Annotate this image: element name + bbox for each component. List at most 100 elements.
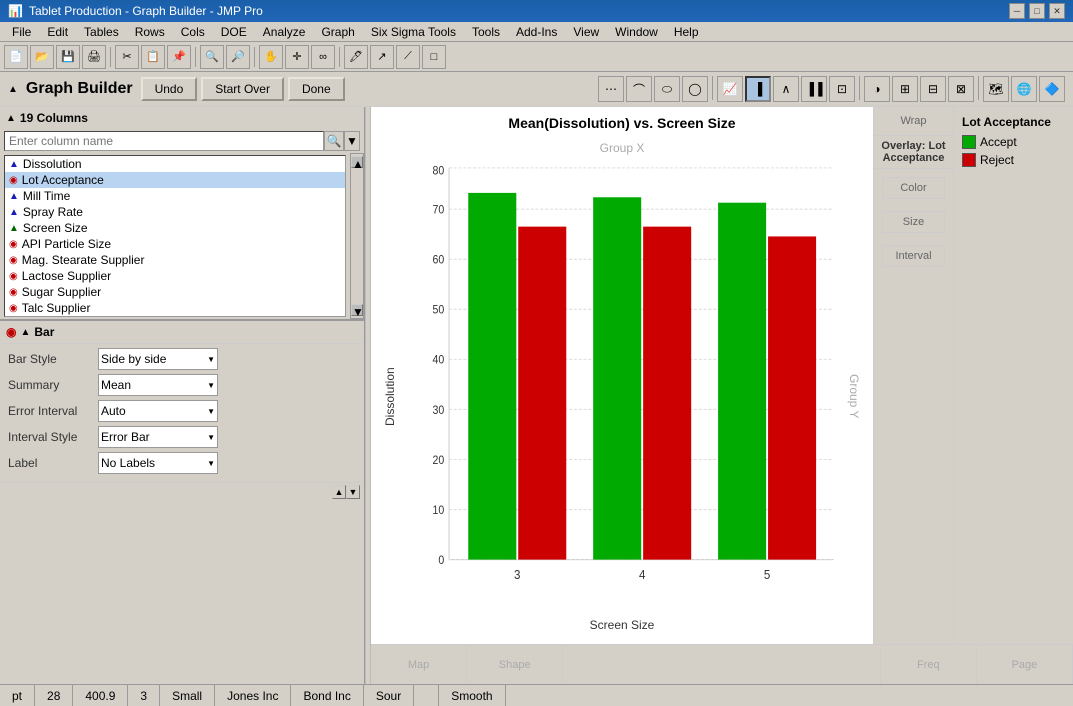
columns-collapse-icon[interactable]: ▲ [6,113,16,124]
undo-button[interactable]: Undo [141,77,198,101]
bar-group5-reject[interactable] [768,236,816,559]
menu-view[interactable]: View [565,23,607,41]
vis-pie[interactable]: ◑ [864,76,890,102]
vis-map3[interactable]: 🔷 [1039,76,1065,102]
bar-group3-accept[interactable] [468,193,516,560]
column-item-sugar-supplier[interactable]: ◉Sugar Supplier [5,284,345,300]
vis-histogram[interactable]: ▐▐ [801,76,827,102]
title-bar: 📊 Tablet Production - Graph Builder - JM… [0,0,1073,22]
menu-edit[interactable]: Edit [39,23,76,41]
vis-heatmap[interactable]: ⊟ [920,76,946,102]
vis-linechart[interactable]: 📈 [717,76,743,102]
start-over-button[interactable]: Start Over [201,77,284,101]
vis-bar[interactable]: ▐ [745,76,771,102]
column-item-talc-supplier[interactable]: ◉Talc Supplier [5,300,345,316]
shape-btn[interactable]: Shape [467,645,563,684]
bar-group5-accept[interactable] [718,203,766,560]
wrap-label: Wrap [896,111,930,131]
prop-bar-style-select[interactable]: Side by side ▼ [98,348,218,370]
vis-contour[interactable]: ◯ [682,76,708,102]
vis-area[interactable]: ∧ [773,76,799,102]
vis-map1[interactable]: 🗺 [983,76,1009,102]
prop-label-select[interactable]: No Labels ▼ [98,452,218,474]
toolbar-arrow[interactable]: ↗ [370,45,394,69]
left-panel: ▲ 19 Columns 🔍 ▼ ▲Dissolution◉Lot Accept… [0,107,365,684]
toolbar-annotate[interactable]: 🖊 [344,45,368,69]
toolbar-lasso[interactable]: ∞ [311,45,335,69]
close-button[interactable]: ✕ [1049,3,1065,19]
minimize-button[interactable]: ─ [1009,3,1025,19]
toolbar-copy[interactable]: 📋 [141,45,165,69]
search-input[interactable] [4,131,324,151]
prop-interval-style-select[interactable]: Error Bar ▼ [98,426,218,448]
prop-summary-select[interactable]: Mean ▼ [98,374,218,396]
bar-collapse-icon[interactable]: ▲ [20,327,30,338]
overlay-color-btn[interactable]: Color [882,177,945,199]
done-button[interactable]: Done [288,77,345,101]
overlay-size-btn[interactable]: Size [882,211,945,233]
menu-analyze[interactable]: Analyze [255,23,314,41]
toolbar-crosshair[interactable]: ✛ [285,45,309,69]
toolbar-cut[interactable]: ✂ [115,45,139,69]
prop-error-interval-select[interactable]: Auto ▼ [98,400,218,422]
toolbar-open[interactable]: 📂 [30,45,54,69]
chart-bottom-row: Map Shape Freq Page [371,644,1073,684]
prop-label-label: Label [8,456,98,470]
vis-ellipse[interactable]: ⬭ [654,76,680,102]
column-item-dissolution[interactable]: ▲Dissolution [5,156,345,172]
column-item-lot-acceptance[interactable]: ◉Lot Acceptance [5,172,345,188]
menu-cols[interactable]: Cols [173,23,213,41]
toolbar-shape[interactable]: □ [422,45,446,69]
menu-graph[interactable]: Graph [313,23,362,41]
vis-line[interactable]: ⌒ [626,76,652,102]
chart-svg: 0 10 20 30 40 50 60 70 80 [401,157,843,614]
svg-text:5: 5 [764,568,771,583]
vis-treemap[interactable]: ⊞ [892,76,918,102]
menu-tools[interactable]: Tools [464,23,508,41]
freq-btn[interactable]: Freq [881,645,977,684]
prop-error-interval-arrow: ▼ [207,407,215,416]
toolbar-paste[interactable]: 📌 [167,45,191,69]
toolbar-line[interactable]: ⟋ [396,45,420,69]
menu-addins[interactable]: Add-Ins [508,23,565,41]
overlay-interval-btn[interactable]: Interval [882,245,945,267]
vis-box[interactable]: ⊡ [829,76,855,102]
toolbar-zoom-out[interactable]: 🔎 [226,45,250,69]
bar-scroll-down[interactable]: ▼ [346,485,360,499]
gb-collapse-icon[interactable]: ▲ [8,84,18,95]
menu-file[interactable]: File [4,23,39,41]
toolbar-save[interactable]: 💾 [56,45,80,69]
bar-group4-accept[interactable] [593,197,641,559]
prop-label-arrow: ▼ [207,459,215,468]
chart-title: Mean(Dissolution) vs. Screen Size [379,115,865,131]
column-item-mag.-stearate-supplier[interactable]: ◉Mag. Stearate Supplier [5,252,345,268]
menu-rows[interactable]: Rows [127,23,173,41]
bar-group3-reject[interactable] [518,227,566,560]
menu-sixsigma[interactable]: Six Sigma Tools [363,23,464,41]
columns-scrollbar[interactable]: ▲ ▼ [350,153,364,319]
menu-window[interactable]: Window [607,23,666,41]
status-sour: Sour [364,685,414,706]
toolbar-print[interactable]: 🖨 [82,45,106,69]
vis-map2[interactable]: 🌐 [1011,76,1037,102]
search-dropdown-btn[interactable]: ▼ [344,131,360,151]
maximize-button[interactable]: □ [1029,3,1045,19]
column-item-lactose-supplier[interactable]: ◉Lactose Supplier [5,268,345,284]
map-btn[interactable]: Map [371,645,467,684]
menu-doe[interactable]: DOE [213,23,255,41]
search-icon-btn[interactable]: 🔍 [324,131,344,151]
vis-other[interactable]: ⊠ [948,76,974,102]
page-btn[interactable]: Page [977,645,1073,684]
toolbar-hand[interactable]: ✋ [259,45,283,69]
bar-scroll-up[interactable]: ▲ [332,485,346,499]
column-item-api-particle-size[interactable]: ◉API Particle Size [5,236,345,252]
menu-help[interactable]: Help [666,23,707,41]
bar-group4-reject[interactable] [643,227,691,560]
vis-scatter[interactable]: ⋯ [598,76,624,102]
column-item-mill-time[interactable]: ▲Mill Time [5,188,345,204]
toolbar-zoom-in[interactable]: 🔍 [200,45,224,69]
column-item-spray-rate[interactable]: ▲Spray Rate [5,204,345,220]
toolbar-new[interactable]: 📄 [4,45,28,69]
column-item-screen-size[interactable]: ▲Screen Size [5,220,345,236]
menu-tables[interactable]: Tables [76,23,127,41]
